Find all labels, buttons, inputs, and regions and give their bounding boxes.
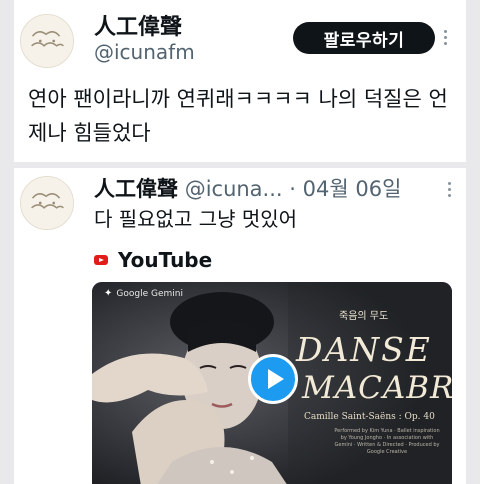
meta-separator: · [289,177,296,201]
play-icon[interactable] [248,354,298,404]
gemini-badge-label: Google Gemini [116,288,183,299]
video-credits: Performed by Kim Yuna · Ballet inspirati… [334,428,440,455]
avatar[interactable] [20,176,74,230]
follow-button[interactable]: 팔로우하기 [293,22,435,54]
author-handle[interactable]: @icuna... [185,177,283,201]
author-name[interactable]: 人工偉聲 [94,177,178,201]
video-subtitle: 죽음의 무도 [339,311,389,322]
link-source[interactable]: YouTube [94,248,212,272]
quoted-post-card[interactable]: 人工偉聲 @icuna... · 04월 06일 다 필요없고 그냥 멋있어 Y… [14,168,466,484]
post-text: 연아 팬이라니까 연퀴래ㅋㅋㅋㅋ 나의 덕질은 언제나 힘들었다 [28,87,448,145]
link-source-label: YouTube [118,248,213,272]
quoted-meta: 人工偉聲 @icuna... · 04월 06일 [94,173,401,203]
post-text: 다 필요없고 그냥 멋있어 [94,207,298,231]
author-name[interactable]: 人工偉聲 [94,9,182,41]
post-card: 人工偉聲 @icunafm 팔로우하기 연아 팬이라니까 연퀴래ㅋㅋㅋㅋ 나의 … [14,0,466,162]
more-vertical-icon[interactable] [446,182,452,197]
sparkle-icon: ✦ [104,288,113,299]
youtube-icon [94,255,108,265]
video-composer: Camille Saint-Saëns : Op. 40 [304,412,435,422]
avatar[interactable] [20,14,74,68]
video-title-line2: MACABRE [302,370,452,406]
video-title-line1: DANSE [296,330,432,369]
more-vertical-icon[interactable] [442,30,448,45]
gemini-badge: ✦ Google Gemini [104,288,183,299]
video-thumbnail[interactable]: ✦ Google Gemini 죽음의 무도 DANSE MACABRE Cam… [92,282,452,484]
post-date[interactable]: 04월 06일 [303,177,402,201]
author-handle[interactable]: @icunafm [94,40,195,64]
